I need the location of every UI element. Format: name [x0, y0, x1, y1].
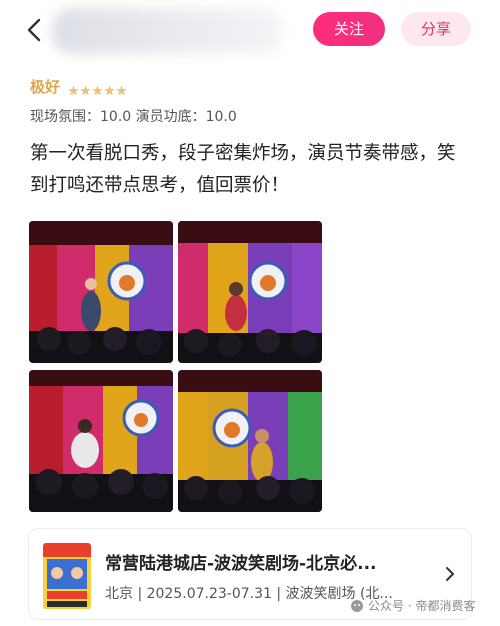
show-poster-image	[43, 543, 91, 609]
chevron-right-icon	[443, 565, 457, 583]
star-icon	[80, 81, 91, 96]
performer-on-stage-photo-1[interactable]	[29, 221, 173, 363]
review-text: 第一次看脱口秀，段子密集炸场，演员节奏带感，笑到打鸣还带点思考，值回票价！	[30, 143, 456, 196]
score-details: 现场氛围：10.0 演员功底：10.0	[30, 109, 237, 125]
blurred-user-name	[52, 8, 282, 54]
star-icon	[116, 81, 127, 96]
back-arrow-icon[interactable]	[24, 18, 46, 42]
star-icon	[68, 81, 79, 96]
performer-on-stage-photo-2[interactable]	[178, 221, 322, 363]
star-rating	[68, 81, 128, 96]
wechat-official-account-icon	[350, 599, 364, 613]
rating-label: 极好	[30, 78, 61, 96]
star-icon	[92, 81, 103, 96]
share-button[interactable]: 分享	[401, 12, 471, 46]
follow-button[interactable]: 关注	[313, 12, 385, 46]
show-title: 常营陆港城店-波波笑剧场-北京必...	[105, 554, 377, 574]
top-bar: 关注 分享	[0, 0, 500, 60]
watermark: 公众号 · 帝都消费客	[350, 597, 475, 614]
performer-on-stage-photo-3[interactable]	[29, 370, 173, 512]
performer-on-stage-photo-4[interactable]	[178, 370, 322, 512]
star-icon	[104, 81, 115, 96]
rating-row: 极好	[30, 76, 128, 97]
watermark-text: 公众号 · 帝都消费客	[368, 599, 476, 613]
